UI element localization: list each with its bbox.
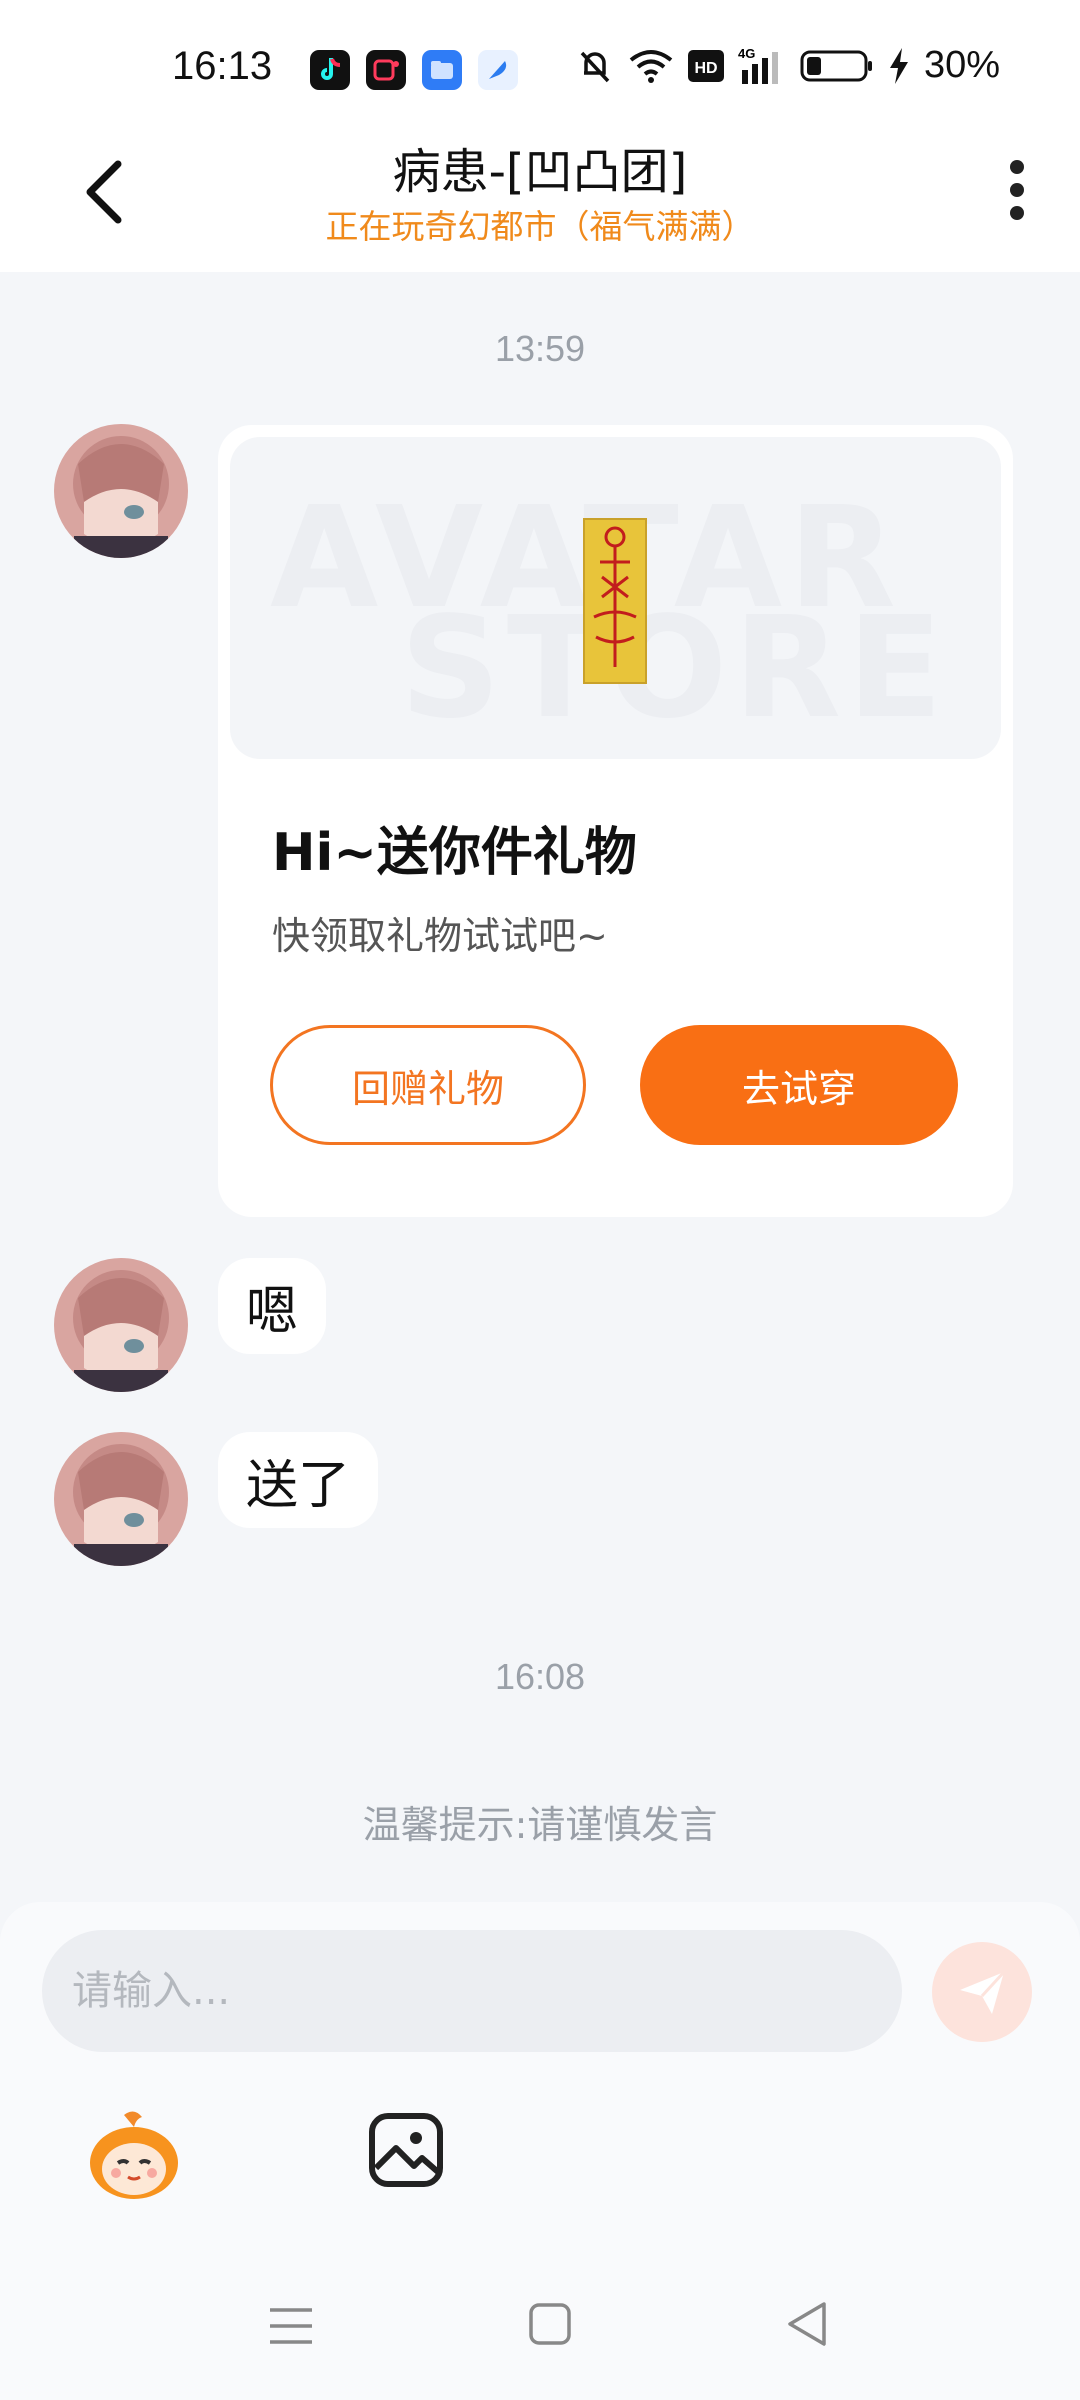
- gift-subtitle: 快领取礼物试试吧~: [272, 914, 608, 958]
- battery-percent: 30%: [923, 44, 1000, 86]
- send-button[interactable]: [932, 1942, 1032, 2042]
- watermark-store: STORE: [400, 587, 949, 750]
- signal-4g-icon: 4G: [738, 46, 778, 84]
- anime-girl-avatar-icon: [54, 424, 188, 558]
- message-bubble[interactable]: 嗯: [218, 1258, 327, 1354]
- return-gift-button[interactable]: 回赠礼物: [270, 1025, 586, 1145]
- avatar[interactable]: [54, 1432, 188, 1566]
- mascot-sticker-icon: [90, 2111, 178, 2199]
- timestamp: 16:08: [494, 1656, 586, 1697]
- more-dot-icon: [1010, 183, 1024, 197]
- more-options-button[interactable]: [1002, 160, 1032, 220]
- gift-title: Hi~送你件礼物: [272, 823, 637, 883]
- system-nav-bar: [0, 2270, 1080, 2380]
- hd-icon: HD: [687, 49, 724, 82]
- chat-title: 病患-[凹凸团]: [392, 144, 688, 200]
- battery-icon: [800, 50, 872, 81]
- status-app-icons: [310, 50, 518, 90]
- message-input[interactable]: [42, 1930, 902, 2052]
- message-bubble[interactable]: 送了: [218, 1432, 379, 1528]
- anime-girl-avatar-icon: [54, 1258, 188, 1392]
- files-icon: [422, 50, 462, 90]
- home-button[interactable]: [528, 2302, 572, 2350]
- sticker-button[interactable]: [84, 2107, 184, 2207]
- nav-back-button[interactable]: [784, 2300, 830, 2352]
- status-time: 16:13: [172, 44, 273, 88]
- avatar[interactable]: [54, 424, 188, 558]
- back-triangle-icon: [788, 2302, 826, 2346]
- more-dot-icon: [1010, 206, 1024, 220]
- status-system-icons: HD 4G 30%: [576, 44, 1000, 87]
- menu-icon: [270, 2308, 312, 2344]
- feather-app-icon: [478, 50, 518, 90]
- screen-recorder-icon: [366, 50, 406, 90]
- recent-apps-button[interactable]: [268, 2306, 314, 2350]
- tiktok-icon: [310, 50, 350, 90]
- home-icon: [529, 2303, 571, 2345]
- svg-text:4G: 4G: [738, 46, 755, 61]
- svg-text:HD: HD: [694, 60, 717, 77]
- status-bar: 16:13 HD 4G 30%: [0, 0, 1080, 120]
- mute-icon: [580, 51, 610, 82]
- paper-plane-icon: [960, 1970, 1006, 2014]
- image-icon: [369, 2113, 443, 2187]
- wifi-icon: [629, 49, 673, 83]
- avatar[interactable]: [54, 1258, 188, 1392]
- caution-tip: 温馨提示:请谨慎发言: [362, 1803, 718, 1847]
- chat-subtitle: 正在玩奇幻都市（福气满满）: [325, 207, 755, 246]
- gift-banner: AVATAR STORE: [230, 437, 1001, 759]
- try-on-button[interactable]: 去试穿: [640, 1025, 958, 1145]
- talisman-item-icon: [583, 518, 647, 684]
- top-area: 16:13 HD 4G 30% 病患-[凹凸团] 正在玩奇幻都市（福气满满）: [0, 0, 1080, 272]
- timestamp: 13:59: [494, 328, 586, 369]
- gift-card[interactable]: AVATAR STORE Hi~送你件礼物 快领取礼物试试吧~ 回赠礼物 去试穿: [218, 425, 1013, 1217]
- image-picker-button[interactable]: [366, 2110, 446, 2190]
- charging-icon: [889, 47, 908, 84]
- more-dot-icon: [1010, 160, 1024, 174]
- anime-girl-avatar-icon: [54, 1432, 188, 1566]
